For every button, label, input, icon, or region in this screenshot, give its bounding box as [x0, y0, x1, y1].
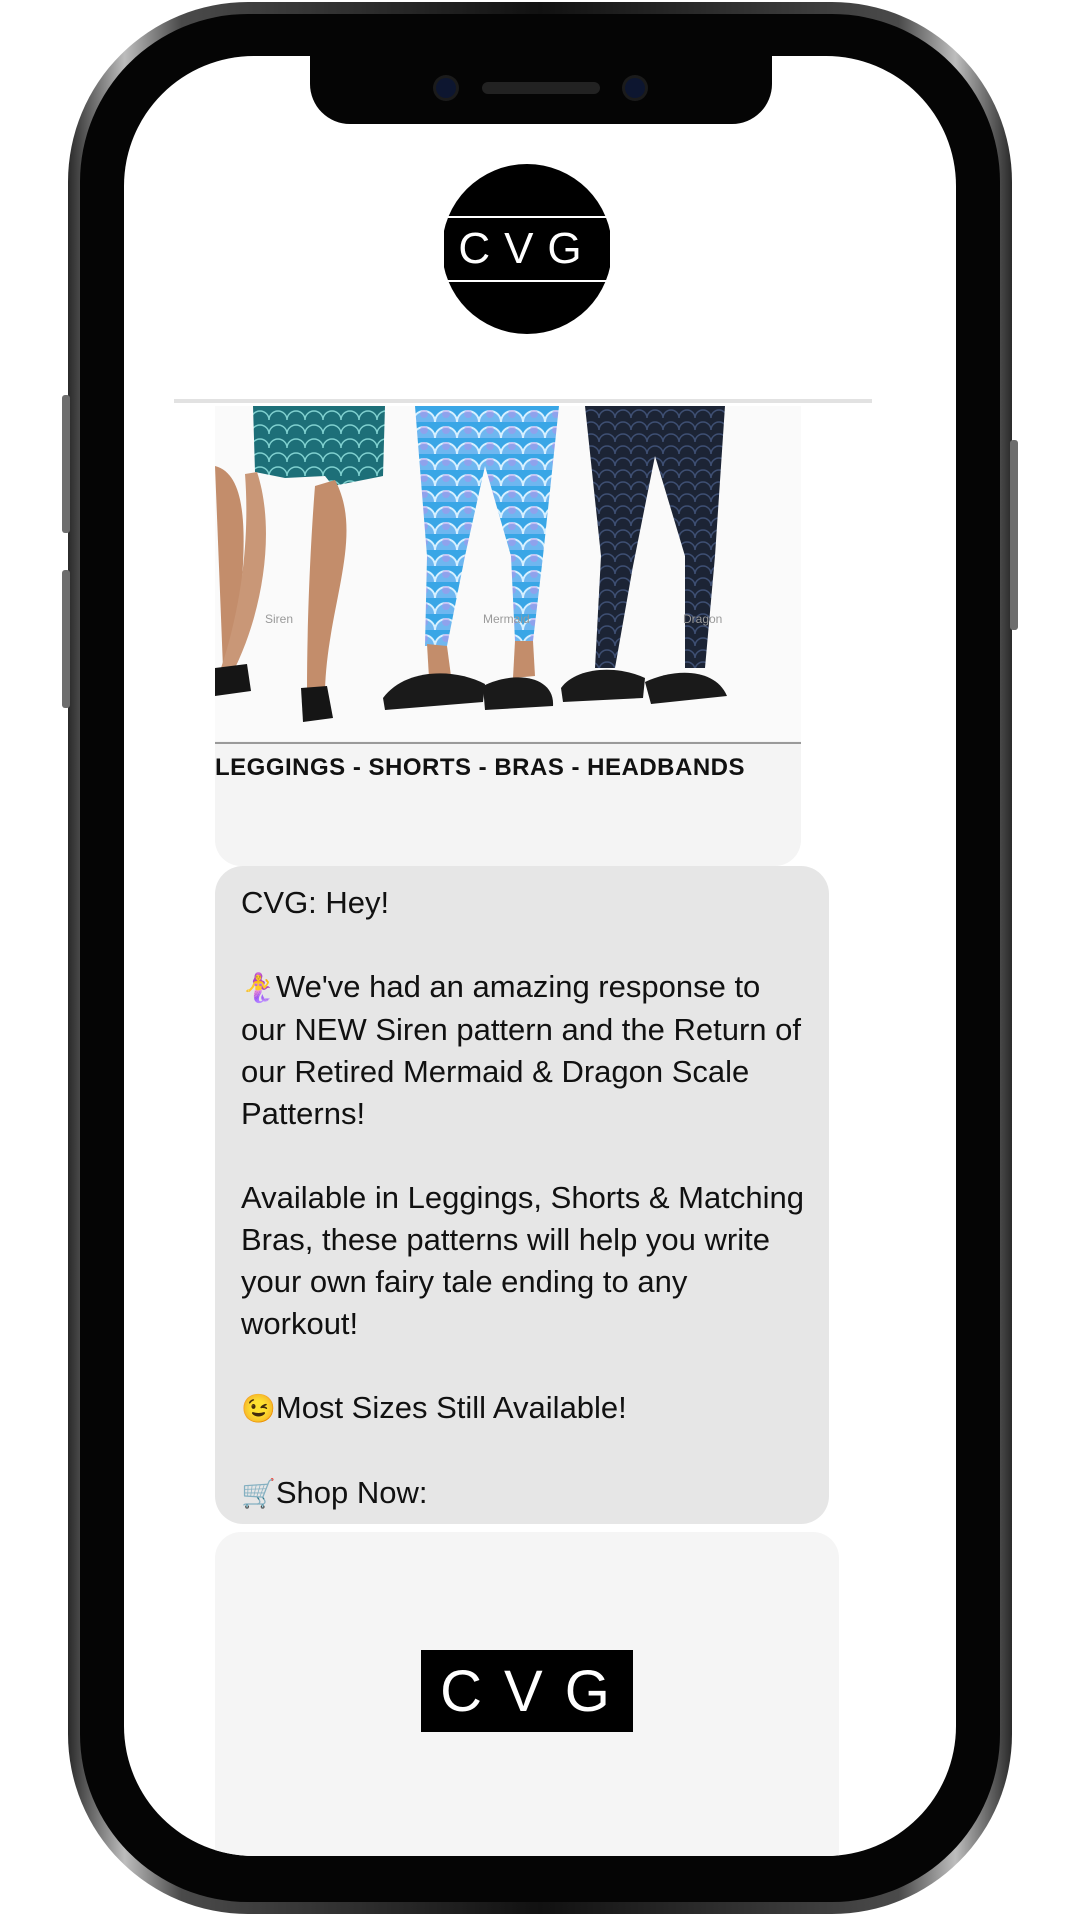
phone-notch	[310, 56, 772, 124]
message-paragraph-4: 🛒Shop Now:	[241, 1475, 428, 1510]
sensor-icon	[625, 78, 645, 98]
legwear-illustration	[215, 406, 727, 722]
avatar-logo-text: CVG	[442, 216, 612, 282]
message-greeting: CVG: Hey!	[241, 885, 390, 920]
message-paragraph-3: 😉Most Sizes Still Available!	[241, 1390, 627, 1425]
photo-label-dragon: Dragon	[683, 612, 723, 626]
photo-label-mermaid: Mermaid	[483, 612, 530, 626]
volume-down-button	[62, 570, 70, 708]
mms-image-card[interactable]: Siren Mermaid Dragon LEGGINGS - SHORTS -…	[215, 406, 801, 866]
image-caption: LEGGINGS - SHORTS - BRAS - HEADBANDS	[215, 754, 746, 781]
caption-rule	[215, 742, 801, 744]
screen: CVG Siren Mermaid Dragon LEGGINGS - SHOR…	[124, 56, 956, 1856]
link-preview-logo: CVG	[421, 1650, 633, 1732]
message-paragraph-2: Available in Leggings, Shorts & Matching…	[241, 1180, 804, 1341]
product-photo: Siren Mermaid Dragon	[215, 406, 801, 741]
link-preview-card[interactable]: CVG	[215, 1532, 839, 1856]
volume-up-button	[62, 395, 70, 533]
wink-icon: 😉	[241, 1393, 276, 1424]
earpiece-speaker	[482, 82, 600, 94]
header-divider	[174, 399, 872, 403]
message-text: CVG: Hey! 🧜‍♀️We've had an amazing respo…	[241, 882, 811, 1515]
front-camera-icon	[436, 78, 456, 98]
mermaid-icon: 🧜‍♀️	[241, 972, 276, 1003]
contact-avatar[interactable]: CVG	[442, 164, 612, 334]
power-button	[1010, 440, 1018, 630]
message-paragraph-1: 🧜‍♀️We've had an amazing response to our…	[241, 969, 802, 1131]
photo-label-siren: Siren	[265, 612, 294, 626]
cart-icon: 🛒	[241, 1478, 276, 1509]
message-bubble[interactable]: CVG: Hey! 🧜‍♀️We've had an amazing respo…	[215, 866, 829, 1524]
